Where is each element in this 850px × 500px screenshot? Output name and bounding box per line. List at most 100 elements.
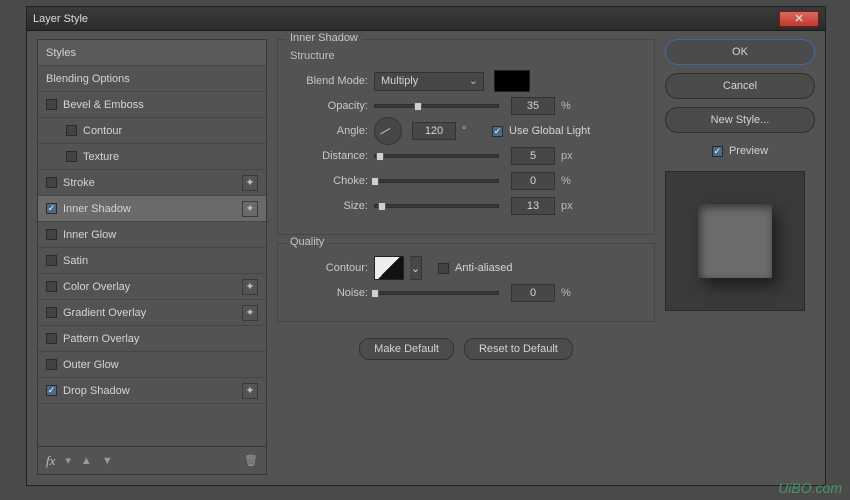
distance-slider[interactable] — [374, 154, 499, 158]
opacity-row: Opacity: 35 % — [290, 95, 642, 117]
style-row-gradient-overlay[interactable]: Gradient Overlay ✦ — [38, 300, 266, 326]
noise-label: Noise: — [290, 287, 368, 299]
style-checkbox[interactable] — [46, 203, 57, 214]
close-button[interactable]: ✕ — [779, 11, 819, 27]
angle-dial[interactable] — [374, 117, 402, 145]
styles-header-label: Styles — [46, 47, 258, 59]
add-effect-icon[interactable]: ✦ — [242, 383, 258, 399]
style-row-pattern-overlay[interactable]: Pattern Overlay — [38, 326, 266, 352]
anti-aliased-label: Anti-aliased — [455, 262, 512, 274]
opacity-slider[interactable] — [374, 104, 499, 108]
size-input[interactable]: 13 — [511, 197, 555, 215]
cancel-button[interactable]: Cancel — [665, 73, 815, 99]
global-light-checkbox[interactable] — [492, 126, 503, 137]
preview-toggle-row: Preview — [665, 145, 815, 157]
style-row-outer-glow[interactable]: Outer Glow — [38, 352, 266, 378]
global-light-label: Use Global Light — [509, 125, 590, 137]
choke-input[interactable]: 0 — [511, 172, 555, 190]
style-label: Satin — [63, 255, 258, 267]
make-default-button[interactable]: Make Default — [359, 338, 454, 360]
reset-default-button[interactable]: Reset to Default — [464, 338, 573, 360]
style-checkbox[interactable] — [66, 125, 77, 136]
distance-input[interactable]: 5 — [511, 147, 555, 165]
style-checkbox[interactable] — [46, 99, 57, 110]
ok-button[interactable]: OK — [665, 39, 815, 65]
opacity-label: Opacity: — [290, 100, 368, 112]
choke-row: Choke: 0 % — [290, 170, 642, 192]
anti-aliased-checkbox[interactable] — [438, 263, 449, 274]
size-slider[interactable] — [374, 204, 499, 208]
distance-unit: px — [561, 150, 579, 162]
shadow-color-swatch[interactable] — [494, 70, 530, 92]
style-row-stroke[interactable]: Stroke ✦ — [38, 170, 266, 196]
style-checkbox[interactable] — [66, 151, 77, 162]
angle-label: Angle: — [290, 125, 368, 137]
style-checkbox[interactable] — [46, 333, 57, 344]
style-checkbox[interactable] — [46, 177, 57, 188]
style-row-color-overlay[interactable]: Color Overlay✦ — [38, 274, 266, 300]
blend-mode-select[interactable]: Multiply — [374, 72, 484, 91]
menu-caret-icon[interactable]: ▾ — [65, 454, 71, 467]
angle-input[interactable]: 120 — [412, 122, 456, 140]
style-row-satin[interactable]: Satin — [38, 248, 266, 274]
style-row-blending-options[interactable]: Blending Options — [38, 66, 266, 92]
style-label: Stroke — [63, 177, 236, 189]
layer-style-dialog: Layer Style ✕ Styles Blending Options Bev… — [26, 6, 826, 486]
preview-box — [665, 171, 805, 311]
style-row-drop-shadow[interactable]: Drop Shadow✦ — [38, 378, 266, 404]
size-label: Size: — [290, 200, 368, 212]
style-label: Texture — [83, 151, 258, 163]
add-effect-icon[interactable]: ✦ — [242, 279, 258, 295]
style-checkbox[interactable] — [46, 385, 57, 396]
size-unit: px — [561, 200, 579, 212]
style-label: Gradient Overlay — [63, 307, 236, 319]
contour-picker[interactable] — [374, 256, 404, 280]
fx-icon[interactable]: fx — [46, 453, 55, 469]
style-checkbox[interactable] — [46, 229, 57, 240]
blend-mode-row: Blend Mode: Multiply — [290, 70, 642, 92]
style-row-contour[interactable]: Contour — [38, 118, 266, 144]
style-checkbox[interactable] — [46, 359, 57, 370]
style-label: Contour — [83, 125, 258, 137]
style-row-bevel-emboss[interactable]: Bevel & Emboss — [38, 92, 266, 118]
contour-label: Contour: — [290, 262, 368, 274]
move-down-icon[interactable]: ▼ — [102, 455, 113, 467]
opacity-input[interactable]: 35 — [511, 97, 555, 115]
add-effect-icon[interactable]: ✦ — [242, 201, 258, 217]
size-row: Size: 13 px — [290, 195, 642, 217]
styles-footer: fx ▾ ▲ ▼ 🗑 — [37, 447, 267, 475]
move-up-icon[interactable]: ▲ — [81, 455, 92, 467]
noise-input[interactable]: 0 — [511, 284, 555, 302]
default-buttons: Make Default Reset to Default — [277, 338, 655, 360]
noise-slider[interactable] — [374, 291, 499, 295]
style-label: Blending Options — [46, 73, 258, 85]
titlebar[interactable]: Layer Style ✕ — [27, 7, 825, 31]
close-icon: ✕ — [794, 12, 803, 25]
style-row-inner-glow[interactable]: Inner Glow — [38, 222, 266, 248]
quality-group: Quality Contour: ⌄ Anti-aliased Noise: 0… — [277, 243, 655, 322]
style-checkbox[interactable] — [46, 307, 57, 318]
styles-panel: Styles Blending Options Bevel & Emboss Con… — [37, 39, 267, 475]
style-checkbox[interactable] — [46, 255, 57, 266]
choke-unit: % — [561, 175, 579, 187]
angle-unit: ° — [462, 125, 480, 137]
style-label: Outer Glow — [63, 359, 258, 371]
noise-unit: % — [561, 287, 579, 299]
preview-swatch — [698, 204, 772, 278]
style-label: Inner Glow — [63, 229, 258, 241]
opacity-unit: % — [561, 100, 579, 112]
style-row-texture[interactable]: Texture — [38, 144, 266, 170]
distance-label: Distance: — [290, 150, 368, 162]
add-effect-icon[interactable]: ✦ — [242, 175, 258, 191]
preview-checkbox[interactable] — [712, 146, 723, 157]
contour-caret-icon[interactable]: ⌄ — [410, 256, 422, 280]
quality-legend: Quality — [286, 236, 328, 248]
styles-header[interactable]: Styles — [38, 40, 266, 66]
style-checkbox[interactable] — [46, 281, 57, 292]
new-style-button[interactable]: New Style... — [665, 107, 815, 133]
dialog-body: Styles Blending Options Bevel & Emboss Con… — [27, 31, 825, 485]
style-row-inner-shadow[interactable]: Inner Shadow✦ — [38, 196, 266, 222]
add-effect-icon[interactable]: ✦ — [242, 305, 258, 321]
trash-icon[interactable]: 🗑 — [244, 454, 258, 467]
choke-slider[interactable] — [374, 179, 499, 183]
